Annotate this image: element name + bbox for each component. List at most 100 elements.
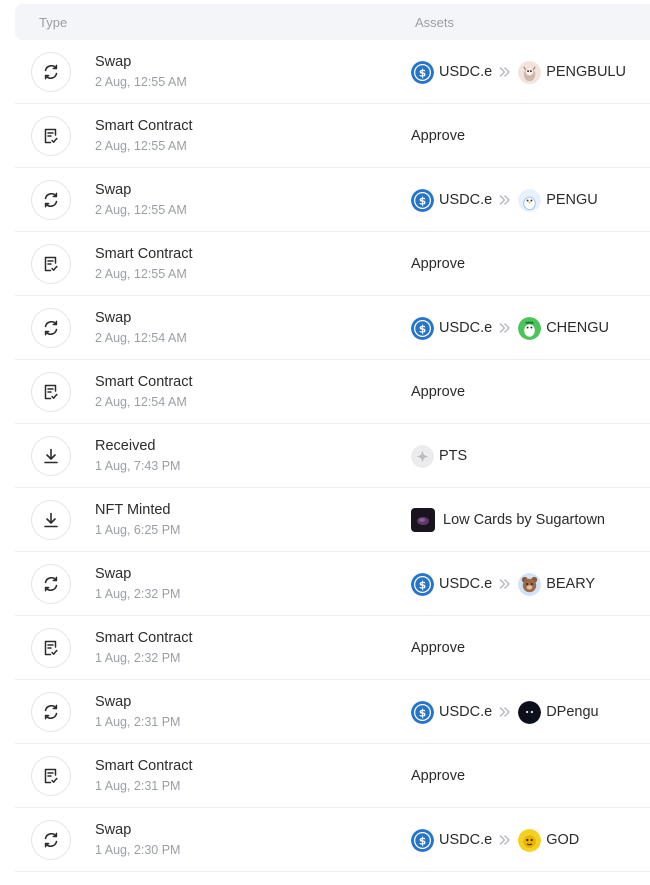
god-token-icon (518, 828, 542, 852)
double-chevron-right-icon (498, 65, 512, 79)
swap-icon (31, 564, 71, 604)
table-row[interactable]: Received 1 Aug, 7:43 PM PTS (15, 424, 650, 488)
transaction-time: 1 Aug, 2:32 PM (95, 651, 181, 665)
approve-label: Approve (411, 640, 466, 656)
download-icon (31, 500, 71, 540)
to-token: PENGU (546, 192, 598, 208)
transaction-type: Swap (95, 694, 132, 710)
double-chevron-right-icon (498, 705, 512, 719)
table-row[interactable]: Smart Contract 2 Aug, 12:54 AM Approve (15, 360, 650, 424)
transaction-time: 2 Aug, 12:54 AM (95, 395, 187, 409)
usdc-token-icon: $ (411, 828, 434, 852)
approve-label: Approve (411, 128, 466, 144)
table-row[interactable]: Swap 2 Aug, 12:55 AM $ USDC.e PENGU (15, 168, 650, 232)
assets-cell: Low Cards by Sugartown (411, 508, 605, 532)
assets-cell: $ USDC.e DPengu (411, 700, 599, 724)
transaction-type: Swap (95, 566, 132, 582)
double-chevron-right-icon (498, 833, 512, 847)
assets-cell: Approve (411, 636, 465, 660)
svg-text:$: $ (419, 67, 426, 79)
transaction-time: 1 Aug, 2:31 PM (95, 779, 181, 793)
swap-icon (31, 180, 71, 220)
table-row[interactable]: Swap 2 Aug, 12:55 AM $ USDC.e PENGBULU (15, 40, 650, 104)
assets-cell: Approve (411, 124, 465, 148)
table-row[interactable]: Swap 1 Aug, 2:30 PM $ USDC.e GOD (15, 808, 650, 872)
usdc-token-icon: $ (411, 188, 434, 212)
transaction-type: Smart Contract (95, 374, 193, 390)
swap-icon (31, 308, 71, 348)
dpengu-token-icon (518, 700, 542, 724)
transaction-type: Received (95, 438, 156, 454)
transaction-time: 2 Aug, 12:55 AM (95, 267, 187, 281)
assets-cell: Approve (411, 252, 465, 276)
from-token: USDC.e (439, 320, 493, 336)
transaction-type: Smart Contract (95, 118, 193, 134)
from-token: USDC.e (439, 576, 493, 592)
nft-collection-name: Low Cards by Sugartown (443, 512, 605, 528)
table-row[interactable]: NFT Minted 1 Aug, 6:25 PM Low Cards by Sug… (15, 488, 650, 552)
column-header-assets: Assets (415, 15, 455, 30)
transaction-type: Smart Contract (95, 758, 193, 774)
to-token: CHENGU (546, 320, 610, 336)
transaction-type: Smart Contract (95, 630, 193, 646)
transaction-type: Swap (95, 822, 132, 838)
svg-text:$: $ (419, 835, 426, 847)
smart-contract-icon (31, 372, 71, 412)
double-chevron-right-icon (498, 321, 512, 335)
asset-name: PTS (439, 448, 468, 464)
transaction-list: Swap 2 Aug, 12:55 AM $ USDC.e PENGBULU Smart … (15, 40, 650, 872)
svg-text:$: $ (419, 195, 426, 207)
transaction-time: 2 Aug, 12:55 AM (95, 75, 187, 89)
table-row[interactable]: Smart Contract 1 Aug, 2:31 PM Approve (15, 744, 650, 808)
svg-text:$: $ (419, 579, 426, 591)
beary-token-icon (518, 572, 542, 596)
transaction-time: 2 Aug, 12:54 AM (95, 331, 187, 345)
assets-cell: Approve (411, 764, 465, 788)
to-token: DPengu (546, 704, 599, 720)
usdc-token-icon: $ (411, 572, 434, 596)
svg-text:$: $ (419, 707, 426, 719)
to-token: BEARY (546, 576, 596, 592)
from-token: USDC.e (439, 704, 493, 720)
column-header-type: Type (39, 15, 68, 30)
table-row[interactable]: Swap 1 Aug, 2:32 PM $ USDC.e BEARY (15, 552, 650, 616)
table-row[interactable]: Smart Contract 2 Aug, 12:55 AM Approve (15, 104, 650, 168)
assets-cell: $ USDC.e PENGU (411, 188, 598, 212)
smart-contract-icon (31, 116, 71, 156)
assets-cell: $ USDC.e CHENGU (411, 316, 609, 340)
transaction-time: 1 Aug, 7:43 PM (95, 459, 181, 473)
swap-icon (31, 52, 71, 92)
table-row[interactable]: Smart Contract 1 Aug, 2:32 PM Approve (15, 616, 650, 680)
table-row[interactable]: Smart Contract 2 Aug, 12:55 AM Approve (15, 232, 650, 296)
download-icon (31, 436, 71, 476)
swap-icon (31, 692, 71, 732)
to-token: GOD (546, 832, 580, 848)
svg-text:$: $ (419, 323, 426, 335)
transaction-type: NFT Minted (95, 502, 171, 518)
approve-label: Approve (411, 256, 466, 272)
transaction-type: Smart Contract (95, 246, 193, 262)
assets-cell: Approve (411, 380, 465, 404)
transaction-time: 2 Aug, 12:55 AM (95, 139, 187, 153)
assets-cell: $ USDC.e BEARY (411, 572, 595, 596)
smart-contract-icon (31, 756, 71, 796)
usdc-token-icon: $ (411, 316, 434, 340)
from-token: USDC.e (439, 64, 493, 80)
transaction-type: Swap (95, 310, 132, 326)
pengu-token-icon (518, 188, 542, 212)
table-row[interactable]: Swap 1 Aug, 2:31 PM $ USDC.e DPengu (15, 680, 650, 744)
usdc-token-icon: $ (411, 700, 434, 724)
transaction-type: Swap (95, 54, 132, 70)
table-header: Type Assets (15, 4, 650, 40)
transaction-type: Swap (95, 182, 132, 198)
nft-thumbnail (411, 508, 435, 532)
double-chevron-right-icon (498, 193, 512, 207)
usdc-token-icon: $ (411, 60, 434, 84)
approve-label: Approve (411, 768, 466, 784)
transaction-time: 1 Aug, 2:30 PM (95, 843, 181, 857)
table-row[interactable]: Swap 2 Aug, 12:54 AM $ USDC.e CHENGU (15, 296, 650, 360)
pengbulu-token-icon (518, 60, 542, 84)
assets-cell: $ USDC.e GOD (411, 828, 579, 852)
from-token: USDC.e (439, 832, 493, 848)
approve-label: Approve (411, 384, 466, 400)
